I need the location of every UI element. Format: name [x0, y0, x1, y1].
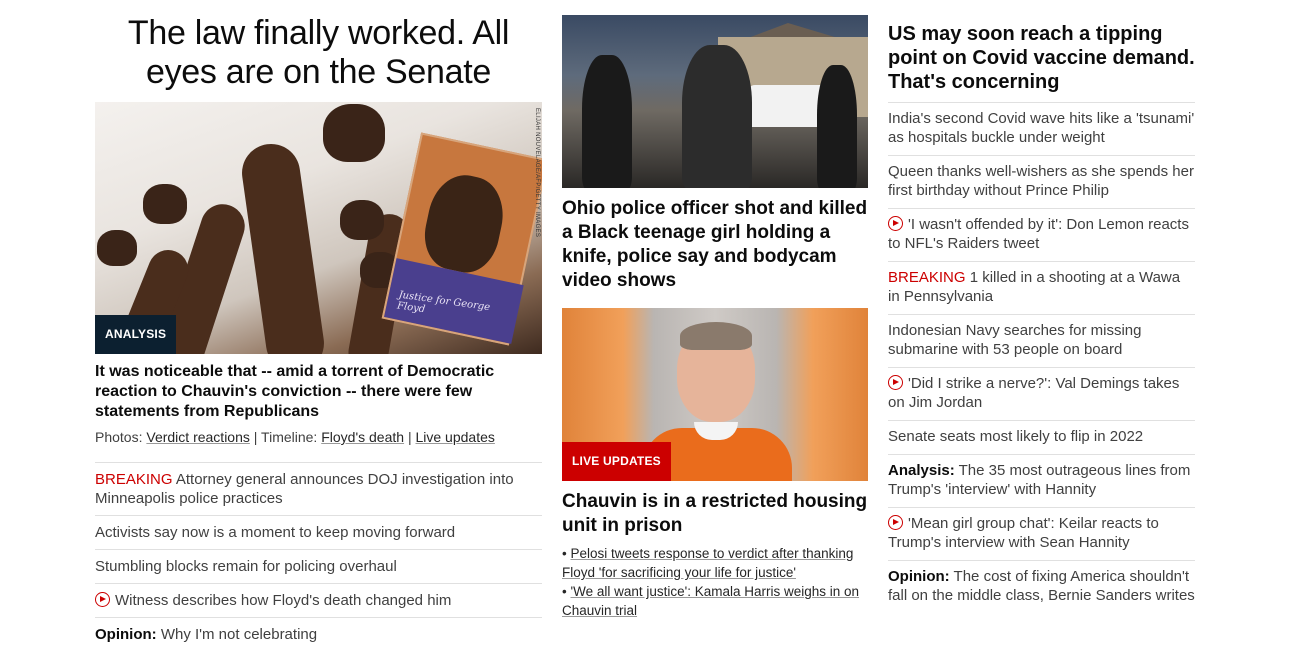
- headline-text: Activists say now is a moment to keep mo…: [95, 524, 456, 541]
- verdict-reactions-link[interactable]: Verdict reactions: [146, 429, 250, 445]
- breaking-label: BREAKING: [95, 471, 173, 488]
- list-item[interactable]: Queen thanks well-wishers as she spends …: [888, 155, 1195, 208]
- related-links: Photos: Verdict reactions | Timeline: Fl…: [95, 428, 542, 446]
- headline-text: Senate seats most likely to flip in 2022: [888, 428, 1144, 445]
- person: [582, 55, 632, 188]
- list-item[interactable]: Analysis: The 35 most outrageous lines f…: [888, 454, 1195, 507]
- poster-portrait: [418, 168, 511, 279]
- live-updates-link[interactable]: Live updates: [415, 429, 494, 445]
- list-item[interactable]: Opinion: Why I'm not celebrating: [95, 617, 542, 651]
- timeline-label: Timeline:: [261, 429, 318, 445]
- headline-text: 'I wasn't offended by it': Don Lemon rea…: [888, 216, 1189, 252]
- person: [817, 65, 857, 188]
- raised-fist: [143, 184, 187, 224]
- list-item[interactable]: BREAKING 1 killed in a shooting at a Waw…: [888, 261, 1195, 314]
- bullet-icon: •: [562, 546, 567, 561]
- person: [682, 45, 752, 188]
- raised-fist: [340, 200, 384, 240]
- list-item[interactable]: Senate seats most likely to flip in 2022: [888, 420, 1195, 454]
- ohio-story-headline[interactable]: Ohio police officer shot and killed a Bl…: [562, 197, 868, 293]
- related-bullets: • Pelosi tweets response to verdict afte…: [562, 544, 868, 620]
- list-item[interactable]: Indonesian Navy searches for missing sub…: [888, 314, 1195, 367]
- breaking-label: BREAKING: [888, 269, 966, 286]
- list-item[interactable]: Activists say now is a moment to keep mo…: [95, 515, 542, 549]
- ohio-story-image[interactable]: [562, 15, 868, 188]
- play-video-icon: [888, 216, 903, 231]
- opinion-label: Opinion:: [888, 568, 950, 585]
- photo-credit: ELIJAH NOUVELAGE/AFP/GETTY IMAGES: [534, 108, 540, 238]
- lead-description[interactable]: It was noticeable that -- amid a torrent…: [95, 362, 542, 422]
- headline-text: 'Did I strike a nerve?': Val Demings tak…: [888, 375, 1180, 411]
- list-item[interactable]: BREAKING Attorney general announces DOJ …: [95, 462, 542, 515]
- headline-text: India's second Covid wave hits like a 't…: [888, 110, 1195, 146]
- play-video-icon: [888, 515, 903, 530]
- george-floyd-poster: Justice for George Floyd: [381, 132, 542, 346]
- right-headline-list: India's second Covid wave hits like a 't…: [888, 102, 1195, 613]
- opinion-label: Opinion:: [95, 626, 157, 643]
- left-headline-list: BREAKING Attorney general announces DOJ …: [95, 462, 542, 651]
- separator: |: [249, 429, 262, 445]
- headline-text: Queen thanks well-wishers as she spends …: [888, 163, 1194, 199]
- bullet-item[interactable]: • 'We all want justice': Kamala Harris w…: [562, 582, 868, 620]
- floyds-death-link[interactable]: Floyd's death: [321, 429, 404, 445]
- lead-headline[interactable]: The law finally worked. All eyes are on …: [95, 14, 542, 92]
- list-item[interactable]: Witness describes how Floyd's death chan…: [95, 583, 542, 617]
- raised-fist: [97, 230, 137, 266]
- bullet-link[interactable]: 'We all want justice': Kamala Harris wei…: [562, 584, 859, 618]
- analysis-label: Analysis:: [888, 462, 955, 479]
- list-item[interactable]: India's second Covid wave hits like a 't…: [888, 102, 1195, 155]
- list-item[interactable]: Stumbling blocks remain for policing ove…: [95, 549, 542, 583]
- play-video-icon: [95, 592, 110, 607]
- raised-arm: [238, 140, 328, 354]
- separator: |: [404, 429, 416, 445]
- middle-column: Ohio police officer shot and killed a Bl…: [562, 0, 868, 620]
- bullet-item[interactable]: • Pelosi tweets response to verdict afte…: [562, 544, 868, 582]
- play-video-icon: [888, 375, 903, 390]
- list-item[interactable]: 'I wasn't offended by it': Don Lemon rea…: [888, 208, 1195, 261]
- lead-story-column: The law finally worked. All eyes are on …: [95, 0, 542, 651]
- headline-text: Witness describes how Floyd's death chan…: [115, 592, 452, 609]
- covid-headline[interactable]: US may soon reach a tipping point on Cov…: [888, 22, 1195, 102]
- headline-text: Why I'm not celebrating: [156, 626, 318, 643]
- list-item[interactable]: 'Did I strike a nerve?': Val Demings tak…: [888, 367, 1195, 420]
- chauvin-mugshot-image[interactable]: LIVE UPDATES: [562, 308, 868, 481]
- list-item[interactable]: Opinion: The cost of fixing America shou…: [888, 560, 1195, 613]
- headline-text: 'Mean girl group chat': Keilar reacts to…: [888, 515, 1159, 551]
- mugshot-hair: [680, 322, 752, 350]
- headline-text: Stumbling blocks remain for policing ove…: [95, 558, 397, 575]
- raised-fist: [323, 104, 385, 162]
- chauvin-story-headline[interactable]: Chauvin is in a restricted housing unit …: [562, 490, 868, 538]
- analysis-badge: ANALYSIS: [95, 315, 177, 354]
- headline-text: Indonesian Navy searches for missing sub…: [888, 322, 1142, 358]
- photos-label: Photos:: [95, 429, 143, 445]
- list-item[interactable]: 'Mean girl group chat': Keilar reacts to…: [888, 507, 1195, 560]
- bullet-link[interactable]: Pelosi tweets response to verdict after …: [562, 546, 853, 580]
- lead-image[interactable]: Justice for George Floyd ELIJAH NOUVELAG…: [95, 102, 542, 354]
- bullet-icon: •: [562, 584, 567, 599]
- right-column: US may soon reach a tipping point on Cov…: [888, 0, 1195, 613]
- live-updates-badge: LIVE UPDATES: [562, 442, 671, 481]
